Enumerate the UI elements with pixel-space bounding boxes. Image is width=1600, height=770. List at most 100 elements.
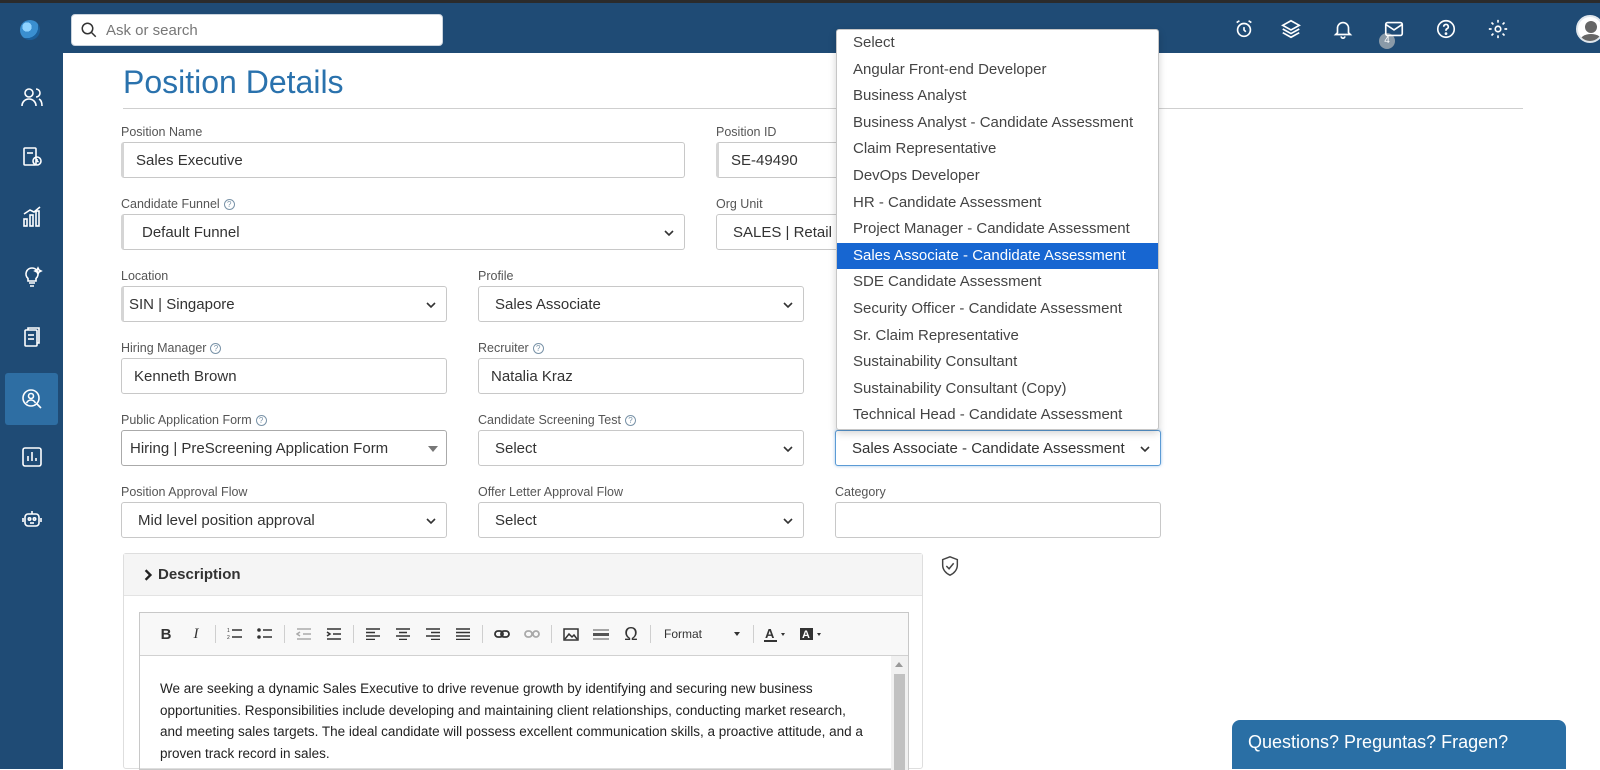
dropdown-option[interactable]: SDE Candidate Assessment: [837, 269, 1158, 296]
dropdown-option[interactable]: Security Officer - Candidate Assessment: [837, 296, 1158, 323]
rich-text-editor: B I 12 Ω Format A A We are seeking a dyn…: [139, 612, 909, 770]
sidebar-requisition-icon[interactable]: [0, 131, 63, 183]
link-icon[interactable]: [488, 621, 516, 647]
numbered-list-icon[interactable]: 12: [221, 621, 249, 647]
chevron-down-icon: [783, 518, 793, 525]
align-left-icon[interactable]: [359, 621, 387, 647]
dropdown-option[interactable]: Sustainability Consultant (Copy): [837, 376, 1158, 403]
dropdown-option[interactable]: Business Analyst - Candidate Assessment: [837, 110, 1158, 137]
dropdown-option[interactable]: Select: [837, 30, 1158, 57]
global-search[interactable]: [71, 14, 443, 46]
user-avatar[interactable]: [1576, 15, 1600, 43]
toolbar-separator: [650, 625, 651, 643]
recruiter-label: Recruiter?: [478, 341, 544, 355]
background-color-icon[interactable]: A: [795, 621, 829, 647]
hiring-manager-input[interactable]: Kenneth Brown: [121, 358, 447, 394]
category-input[interactable]: [835, 502, 1161, 538]
alarm-clock-icon[interactable]: [1231, 16, 1257, 42]
candidate-funnel-select[interactable]: Default Funnel: [121, 214, 685, 250]
align-justify-icon[interactable]: [449, 621, 477, 647]
dropdown-option[interactable]: Technical Head - Candidate Assessment: [837, 402, 1158, 429]
scroll-up-arrow-icon[interactable]: [895, 662, 903, 667]
align-center-icon[interactable]: [389, 621, 417, 647]
assessment-dropdown-list: Select Angular Front-end Developer Busines…: [836, 29, 1159, 430]
mail-icon[interactable]: [1381, 16, 1407, 42]
chevron-down-icon: [783, 446, 793, 453]
indent-icon[interactable]: [320, 621, 348, 647]
help-icon[interactable]: ?: [223, 198, 235, 210]
help-icon[interactable]: ?: [624, 414, 636, 426]
settings-gear-icon[interactable]: [1485, 16, 1511, 42]
dropdown-option[interactable]: Angular Front-end Developer: [837, 57, 1158, 84]
position-name-input[interactable]: Sales Executive: [121, 142, 685, 178]
dropdown-option[interactable]: Project Manager - Candidate Assessment: [837, 216, 1158, 243]
dropdown-option[interactable]: HR - Candidate Assessment: [837, 190, 1158, 217]
special-character-icon[interactable]: Ω: [617, 621, 645, 647]
org-unit-select[interactable]: SALES | Retail: [716, 214, 846, 250]
title-divider: [123, 108, 1523, 109]
chat-widget-button[interactable]: Questions? Preguntas? Fragen?: [1232, 720, 1566, 769]
toolbar-separator: [353, 625, 354, 643]
location-select[interactable]: SIN | Singapore: [121, 286, 447, 322]
sidebar-analytics-icon[interactable]: [0, 191, 63, 243]
position-approval-flow-label: Position Approval Flow: [121, 485, 248, 499]
dropdown-option[interactable]: Sustainability Consultant: [837, 349, 1158, 376]
sidebar-people-icon[interactable]: [0, 71, 63, 123]
image-icon[interactable]: [557, 621, 585, 647]
description-text[interactable]: We are seeking a dynamic Sales Executive…: [140, 656, 892, 770]
assessment-select[interactable]: Sales Associate - Candidate Assessment: [835, 430, 1161, 466]
toolbar-separator: [482, 625, 483, 643]
search-input[interactable]: [106, 21, 426, 39]
sidebar-documents-icon[interactable]: [0, 311, 63, 363]
unlink-icon[interactable]: [518, 621, 546, 647]
chevron-down-icon: [426, 518, 436, 525]
editor-scrollbar[interactable]: [891, 656, 908, 770]
text-color-icon[interactable]: A: [759, 621, 793, 647]
align-right-icon[interactable]: [419, 621, 447, 647]
dropdown-option[interactable]: Sales Associate - Candidate Assessment: [837, 242, 1158, 270]
description-heading: Description: [158, 566, 241, 583]
profile-select[interactable]: Sales Associate: [478, 286, 804, 322]
help-icon[interactable]: [1433, 16, 1459, 42]
chevron-down-icon: [783, 302, 793, 309]
public-application-form-select[interactable]: Hiring | PreScreening Application Form: [121, 430, 447, 466]
dropdown-arrow-icon: [734, 632, 740, 636]
page-title: Position Details: [123, 64, 344, 100]
format-dropdown[interactable]: Format: [656, 621, 748, 647]
dropdown-option[interactable]: Business Analyst: [837, 83, 1158, 110]
layers-icon[interactable]: [1278, 16, 1304, 42]
position-approval-flow-select[interactable]: Mid level position approval: [121, 502, 447, 538]
bullet-list-icon[interactable]: [251, 621, 279, 647]
sidebar-bot-icon[interactable]: [0, 493, 63, 545]
candidate-screening-test-select[interactable]: Select: [478, 430, 804, 466]
outdent-icon[interactable]: [290, 621, 318, 647]
help-icon[interactable]: ?: [255, 414, 267, 426]
sidebar-ideas-icon[interactable]: [0, 251, 63, 303]
scrollbar-thumb[interactable]: [894, 674, 905, 770]
notifications-bell-icon[interactable]: [1330, 16, 1356, 42]
toolbar-separator: [284, 625, 285, 643]
svg-text:2: 2: [227, 635, 230, 641]
help-icon[interactable]: ?: [532, 342, 544, 354]
svg-text:A: A: [765, 626, 775, 641]
help-icon[interactable]: ?: [210, 342, 222, 354]
offer-letter-approval-flow-select[interactable]: Select: [478, 502, 804, 538]
sidebar-reports-icon[interactable]: [0, 431, 63, 483]
chevron-right-icon: [144, 568, 153, 581]
sidebar-recruiting-icon[interactable]: [5, 373, 58, 425]
italic-icon[interactable]: I: [182, 621, 210, 647]
position-name-label: Position Name: [121, 125, 203, 139]
candidate-funnel-label: Candidate Funnel?: [121, 197, 235, 211]
left-sidebar: [0, 53, 63, 769]
dropdown-option[interactable]: Claim Representative: [837, 136, 1158, 163]
dropdown-option[interactable]: DevOps Developer: [837, 163, 1158, 190]
category-label: Category: [835, 485, 886, 499]
recruiter-input[interactable]: Natalia Kraz: [478, 358, 804, 394]
app-logo-icon[interactable]: [20, 20, 40, 40]
position-id-input[interactable]: SE-49490: [716, 142, 846, 178]
horizontal-line-icon[interactable]: [587, 621, 615, 647]
description-toggle[interactable]: Description: [124, 554, 922, 596]
bold-icon[interactable]: B: [152, 621, 180, 647]
dropdown-option[interactable]: Sr. Claim Representative: [837, 323, 1158, 350]
shield-check-icon[interactable]: [939, 555, 961, 577]
